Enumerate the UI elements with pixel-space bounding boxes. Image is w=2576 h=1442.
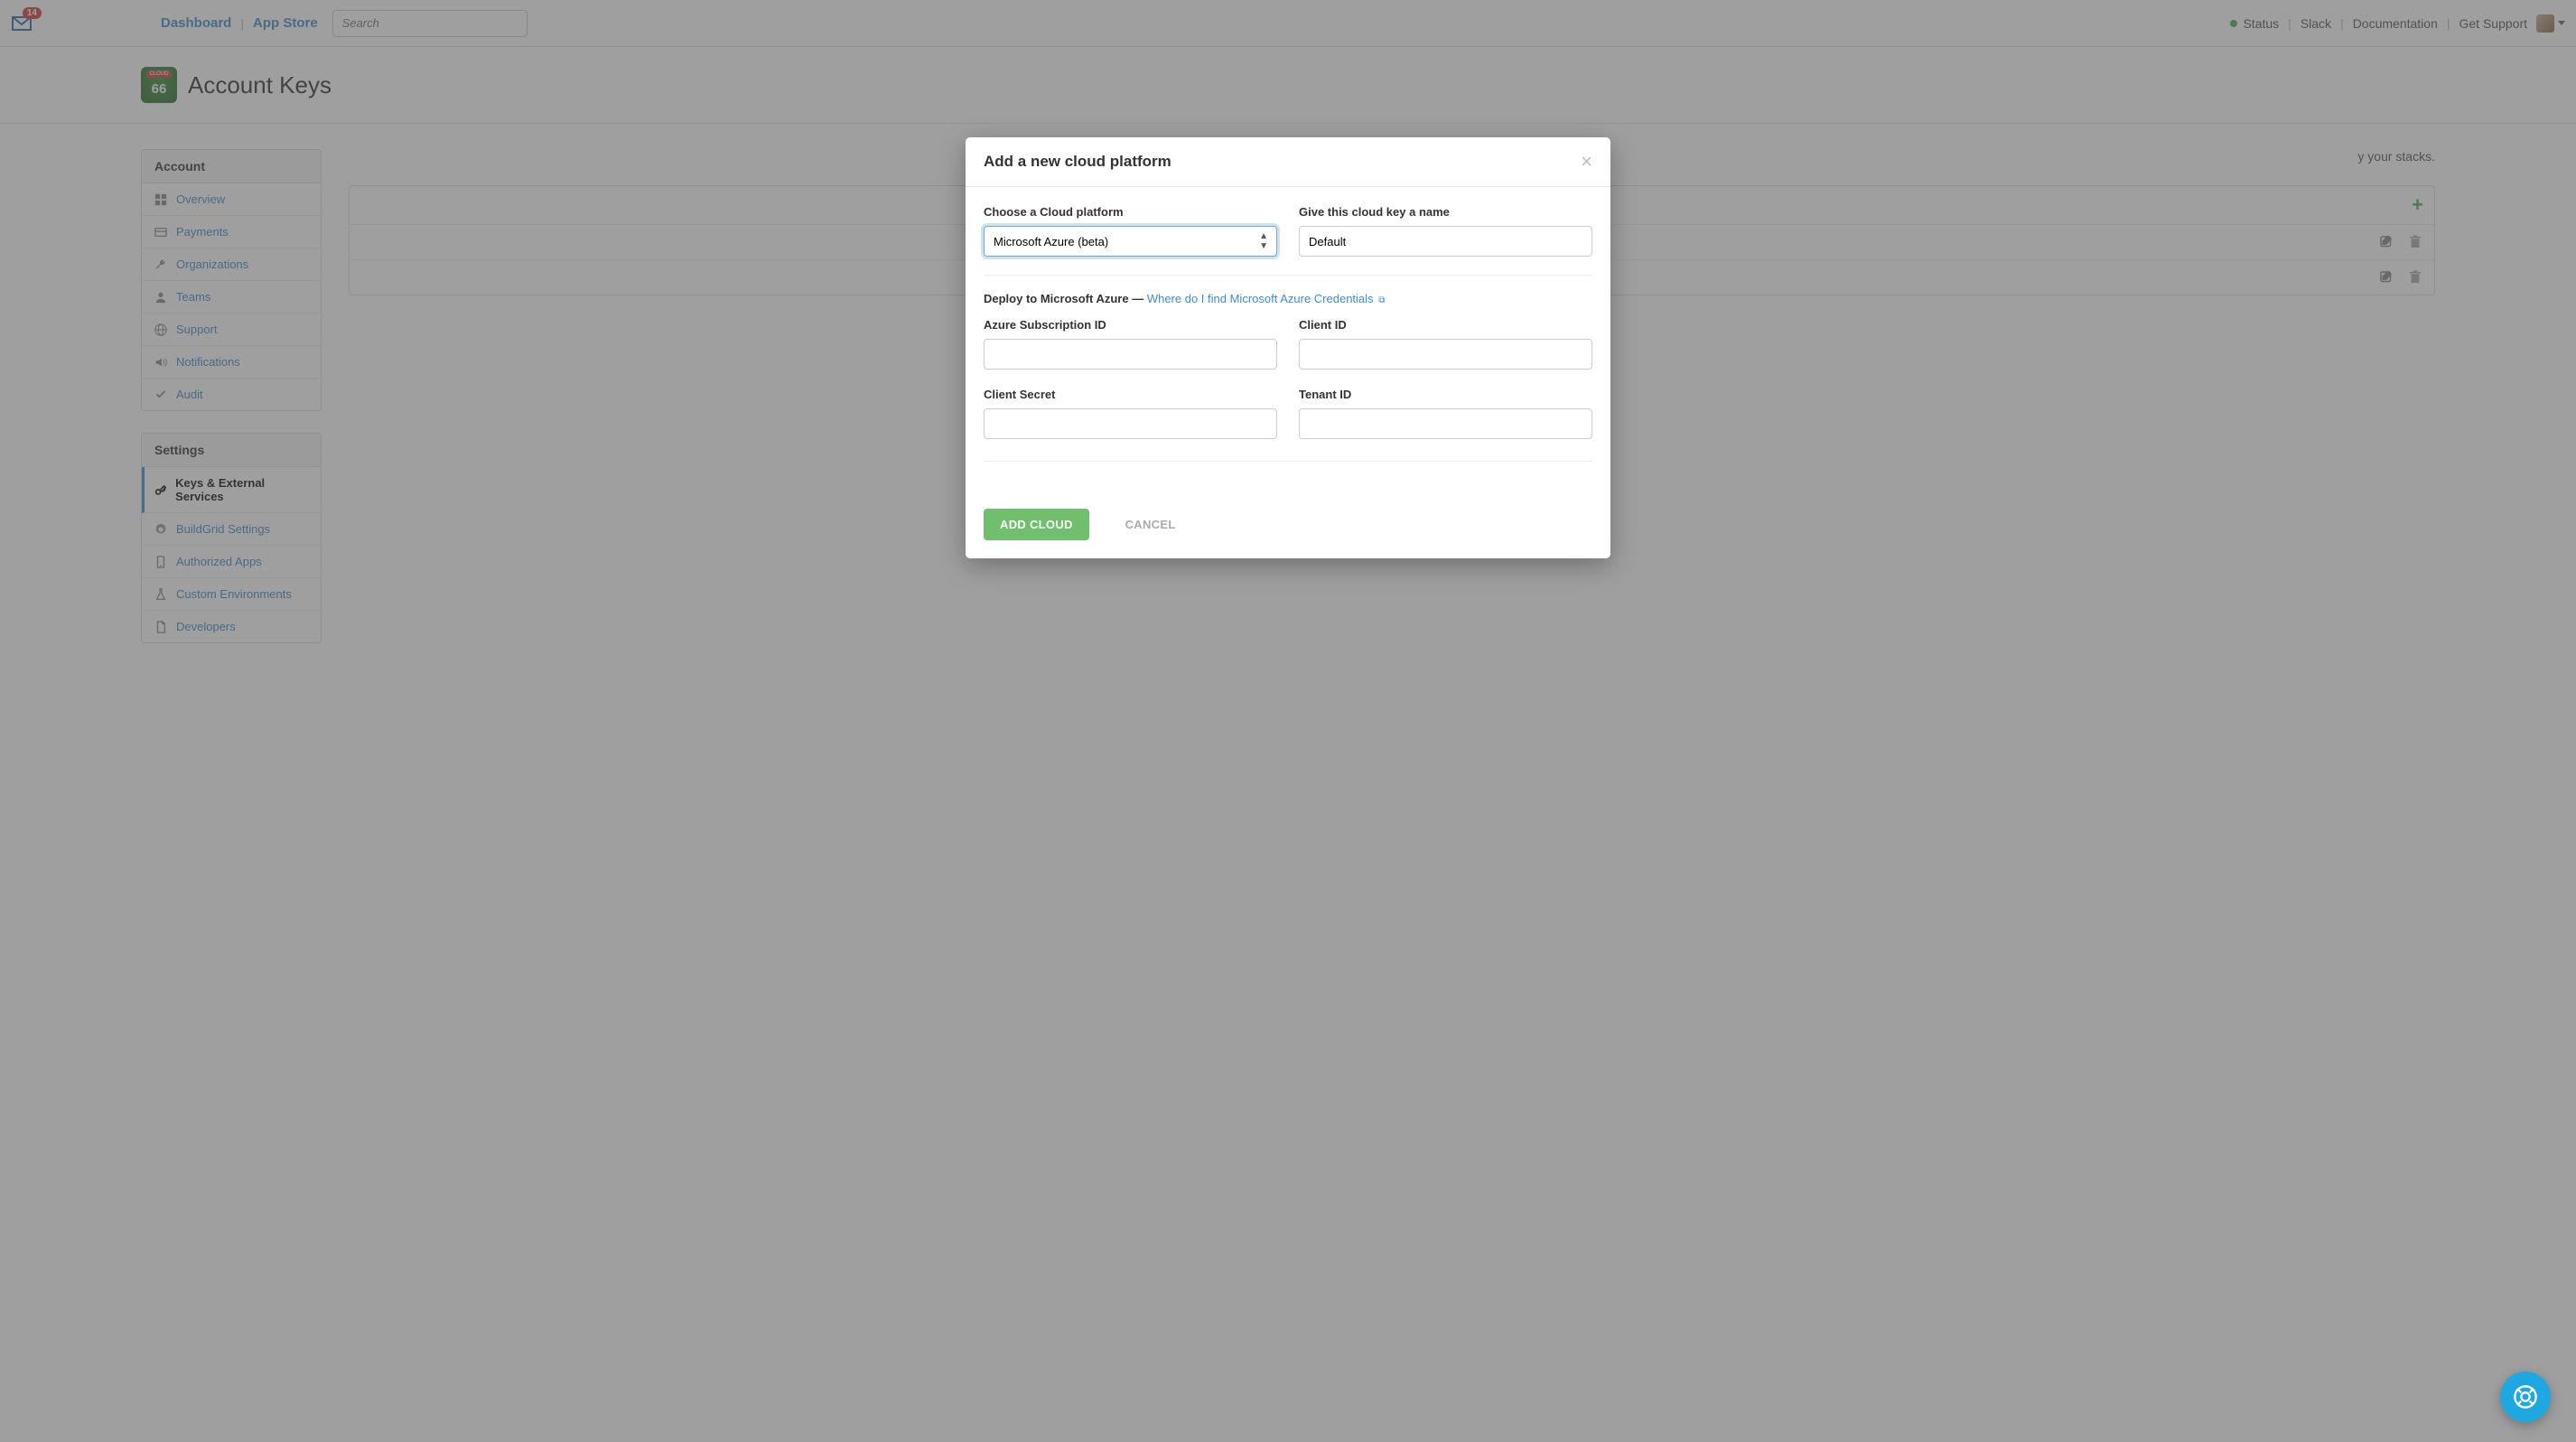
add-cloud-button[interactable]: ADD CLOUD bbox=[984, 509, 1089, 540]
add-cloud-modal: Add a new cloud platform × Choose a Clou… bbox=[966, 137, 1610, 558]
client-id-label: Client ID bbox=[1299, 318, 1592, 332]
name-label: Give this cloud key a name bbox=[1299, 205, 1592, 219]
client-secret-label: Client Secret bbox=[984, 388, 1277, 401]
credentials-help-link[interactable]: Where do I find Microsoft Azure Credenti… bbox=[1147, 292, 1386, 305]
client-id-input[interactable] bbox=[1299, 339, 1592, 370]
tenant-id-input[interactable] bbox=[1299, 408, 1592, 439]
modal-title: Add a new cloud platform bbox=[984, 153, 1171, 171]
platform-label: Choose a Cloud platform bbox=[984, 205, 1277, 219]
cancel-button[interactable]: CANCEL bbox=[1109, 509, 1192, 540]
help-fab[interactable] bbox=[2500, 1372, 2551, 1422]
modal-overlay: Add a new cloud platform × Choose a Clou… bbox=[0, 0, 2576, 1442]
subscription-id-input[interactable] bbox=[984, 339, 1277, 370]
subscription-id-label: Azure Subscription ID bbox=[984, 318, 1277, 332]
close-icon[interactable]: × bbox=[1581, 152, 1592, 172]
tenant-id-label: Tenant ID bbox=[1299, 388, 1592, 401]
platform-select[interactable] bbox=[984, 226, 1277, 257]
external-link-icon: ⧉ bbox=[1378, 295, 1385, 305]
client-secret-input[interactable] bbox=[984, 408, 1277, 439]
cloud-key-name-input[interactable] bbox=[1299, 226, 1592, 257]
deploy-heading: Deploy to Microsoft Azure — Where do I f… bbox=[984, 292, 1592, 305]
